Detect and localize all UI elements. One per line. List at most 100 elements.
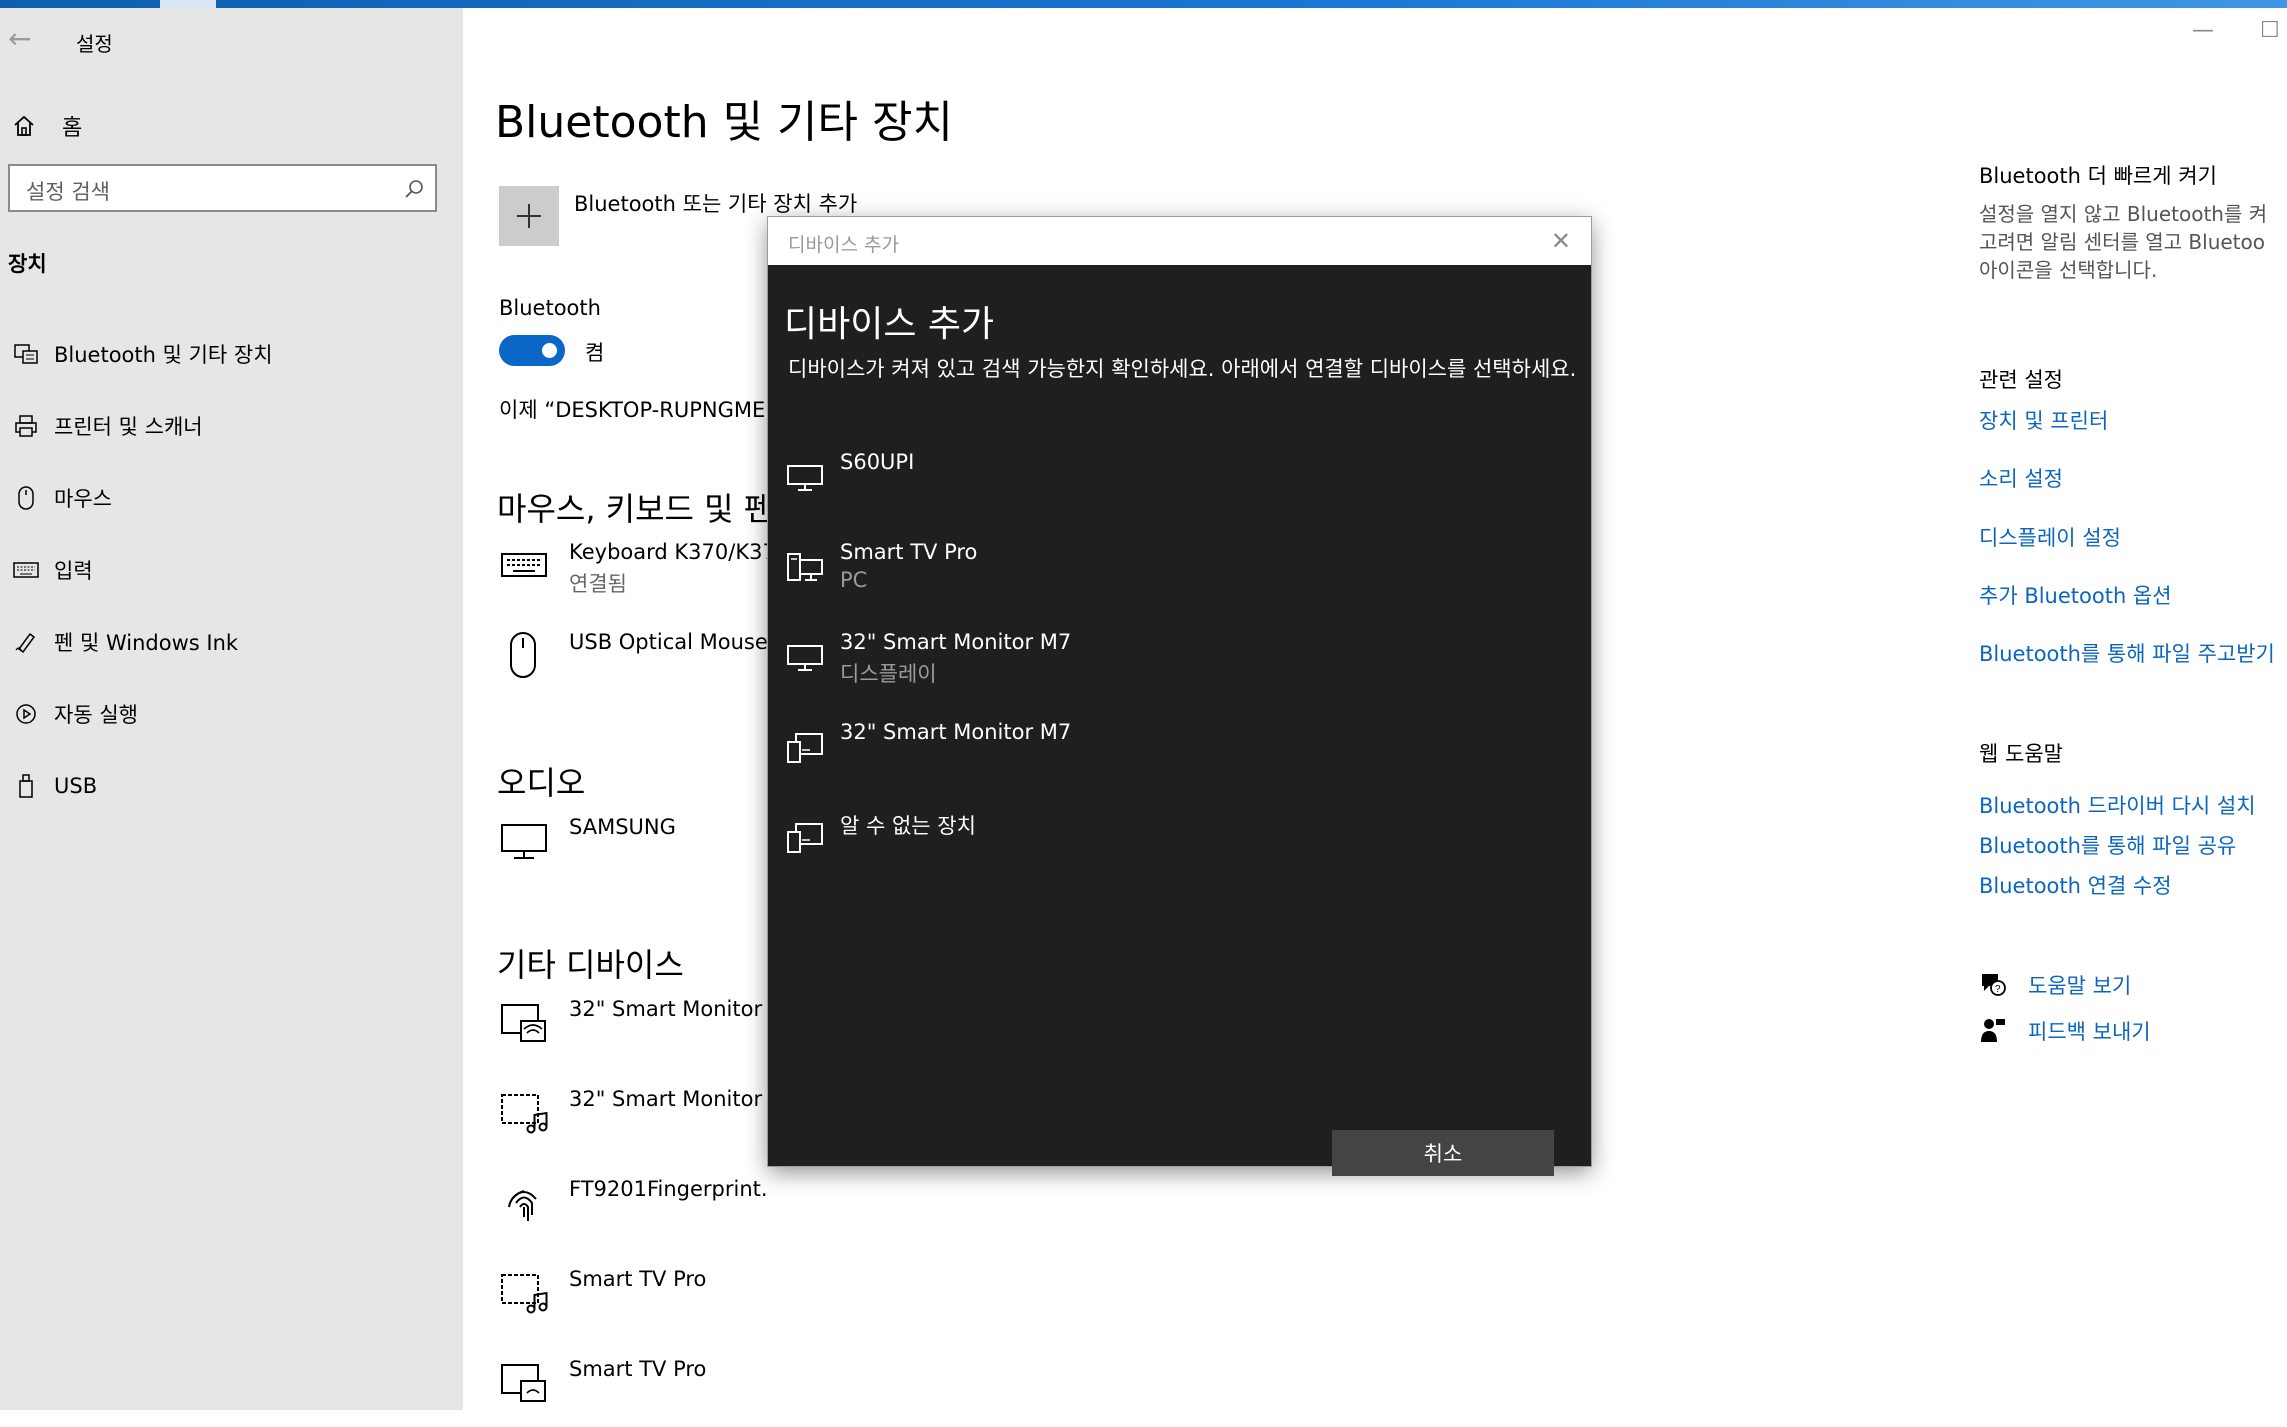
device-item[interactable]: USB Optical Mouse (499, 630, 771, 700)
sidebar-item-printers[interactable]: 프린터 및 스캐너 (0, 402, 463, 450)
device-item[interactable]: Keyboard K370/K375 연결됨 (499, 540, 771, 610)
device-name: Smart TV Pro (569, 1267, 707, 1291)
usb-icon (6, 771, 46, 801)
generic-device-icon (787, 823, 823, 853)
sidebar-item-label: Bluetooth 및 기타 장치 (54, 343, 273, 367)
close-icon[interactable]: ✕ (1551, 227, 1571, 255)
pen-icon (6, 627, 46, 657)
keyboard-icon (6, 555, 46, 585)
group-heading-input: 마우스, 키보드 및 펜 (497, 490, 773, 528)
help-chat-icon: ? (1982, 974, 2006, 996)
dialog-body: 디바이스 추가 디바이스가 켜져 있고 검색 가능한지 확인하세요. 아래에서 … (768, 265, 1591, 1176)
link-send-feedback[interactable]: 피드백 보내기 (2028, 1016, 2287, 1046)
media-device-icon (501, 1274, 548, 1314)
minimize-icon[interactable]: — (2192, 18, 2214, 43)
bluetooth-toggle[interactable] (499, 335, 565, 366)
media-device-icon (501, 1094, 548, 1134)
sidebar-item-home[interactable]: 홈 (8, 106, 82, 146)
monitor-icon (787, 645, 823, 671)
dialog-device-name: 32" Smart Monitor M7 (840, 720, 1072, 744)
group-heading-other: 기타 디바이스 (497, 946, 684, 984)
taskbar-strip (0, 0, 2287, 8)
link-send-receive-files[interactable]: Bluetooth를 통해 파일 주고받기 (1979, 638, 2287, 668)
search-icon (405, 180, 423, 198)
sidebar: ← 설정 홈 설정 검색 장치 Bluetooth 및 기타 장치 프린터 및 … (0, 8, 463, 1410)
quick-line: 고려면 알림 센터를 열고 Bluetoo (1979, 230, 2266, 254)
device-item[interactable]: 32" Smart Monitor M (499, 1087, 771, 1157)
autoplay-icon (6, 699, 46, 729)
pc-icon (787, 553, 823, 581)
sidebar-item-label: 마우스 (54, 487, 112, 511)
link-fix-connection[interactable]: Bluetooth 연결 수정 (1979, 870, 2287, 900)
link-get-help[interactable]: 도움말 보기 (2028, 970, 2287, 1000)
maximize-icon[interactable]: ☐ (2260, 18, 2280, 43)
group-heading-audio: 오디오 (497, 764, 586, 802)
bluetooth-label: Bluetooth (499, 296, 601, 320)
device-item[interactable]: FT9201Fingerprint. (499, 1177, 771, 1247)
dialog-device-type: PC (840, 568, 868, 592)
dialog-device-type: 디스플레이 (840, 662, 937, 686)
related-heading: 관련 설정 (1979, 368, 2063, 392)
feedback-icon (1981, 1019, 2005, 1042)
dialog-device-name: Smart TV Pro (840, 540, 978, 564)
toggle-knob (542, 343, 557, 358)
monitor-wireless-icon (501, 1004, 546, 1042)
svg-text:?: ? (1995, 984, 2001, 995)
device-item[interactable]: Smart TV Pro (499, 1357, 771, 1427)
back-arrow-icon[interactable]: ← (8, 22, 31, 55)
device-name: 32" Smart Monitor M (569, 1087, 771, 1111)
add-device-button[interactable] (499, 186, 559, 246)
sidebar-item-bluetooth[interactable]: Bluetooth 및 기타 장치 (0, 330, 463, 378)
keyboard-icon (501, 553, 547, 577)
sidebar-item-mouse[interactable]: 마우스 (0, 474, 463, 522)
sidebar-item-label: USB (54, 774, 98, 798)
cancel-button[interactable]: 취소 (1332, 1130, 1554, 1176)
device-status: 연결됨 (569, 572, 627, 596)
page-title: Bluetooth 및 기타 장치 (495, 97, 953, 148)
device-item[interactable]: SAMSUNG (499, 815, 771, 885)
add-device-label[interactable]: Bluetooth 또는 기타 장치 추가 (574, 188, 857, 218)
dialog-device-item[interactable]: 32" Smart Monitor M7 디스플레이 (768, 630, 1591, 710)
dialog-device-item[interactable]: 알 수 없는 장치 (768, 810, 1591, 890)
link-sound-settings[interactable]: 소리 설정 (1979, 463, 2287, 493)
device-name: 32" Smart Monitor M (569, 997, 771, 1021)
device-name: Keyboard K370/K375 (569, 540, 771, 564)
sidebar-section-label: 장치 (8, 252, 47, 276)
sidebar-item-autoplay[interactable]: 자동 실행 (0, 690, 463, 738)
link-more-bluetooth-options[interactable]: 추가 Bluetooth 옵션 (1979, 580, 2287, 610)
taskbar-tab[interactable] (160, 0, 216, 8)
link-devices-printers[interactable]: 장치 및 프린터 (1979, 405, 2287, 435)
dialog-device-name: 32" Smart Monitor M7 (840, 630, 1072, 654)
device-item[interactable]: Smart TV Pro (499, 1267, 771, 1337)
link-display-settings[interactable]: 디스플레이 설정 (1979, 522, 2287, 552)
sidebar-item-typing[interactable]: 입력 (0, 546, 463, 594)
link-reinstall-driver[interactable]: Bluetooth 드라이버 다시 설치 (1979, 790, 2287, 820)
sidebar-item-usb[interactable]: USB (0, 762, 463, 810)
sidebar-item-label: 프린터 및 스캐너 (54, 415, 203, 439)
dialog-description: 디바이스가 켜져 있고 검색 가능한지 확인하세요. 아래에서 연결할 디바이스… (788, 357, 1577, 381)
monitor-icon (787, 465, 823, 491)
dialog-device-item[interactable]: S60UPI (768, 450, 1591, 530)
device-name: SAMSUNG (569, 815, 676, 839)
dialog-device-item[interactable]: Smart TV Pro PC (768, 540, 1591, 620)
generic-device-icon (787, 733, 823, 763)
web-help-heading: 웹 도움말 (1979, 742, 2063, 766)
sidebar-item-label: 자동 실행 (54, 703, 138, 727)
home-icon (14, 115, 34, 136)
dialog-device-item[interactable]: 32" Smart Monitor M7 (768, 720, 1591, 800)
mouse-icon (6, 483, 46, 513)
search-input[interactable]: 설정 검색 (8, 164, 437, 212)
bluetooth-devices-icon (6, 339, 46, 369)
sidebar-item-label: 펜 및 Windows Ink (54, 631, 239, 655)
add-device-dialog: 디바이스 추가 ✕ 디바이스 추가 디바이스가 켜져 있고 검색 가능한지 확인… (768, 217, 1591, 1176)
device-name: Smart TV Pro (569, 1357, 707, 1381)
discoverable-text: 이제 “DESKTOP-RUPNGME”( (499, 398, 771, 422)
device-name: USB Optical Mouse (569, 630, 768, 654)
printer-icon (6, 411, 46, 441)
dialog-window-title: 디바이스 추가 (788, 234, 899, 256)
sidebar-item-pen[interactable]: 펜 및 Windows Ink (0, 618, 463, 666)
bluetooth-toggle-state: 켬 (585, 341, 605, 365)
device-item[interactable]: 32" Smart Monitor M (499, 997, 771, 1067)
device-name: FT9201Fingerprint. (569, 1177, 768, 1201)
link-share-files[interactable]: Bluetooth를 통해 파일 공유 (1979, 830, 2287, 860)
